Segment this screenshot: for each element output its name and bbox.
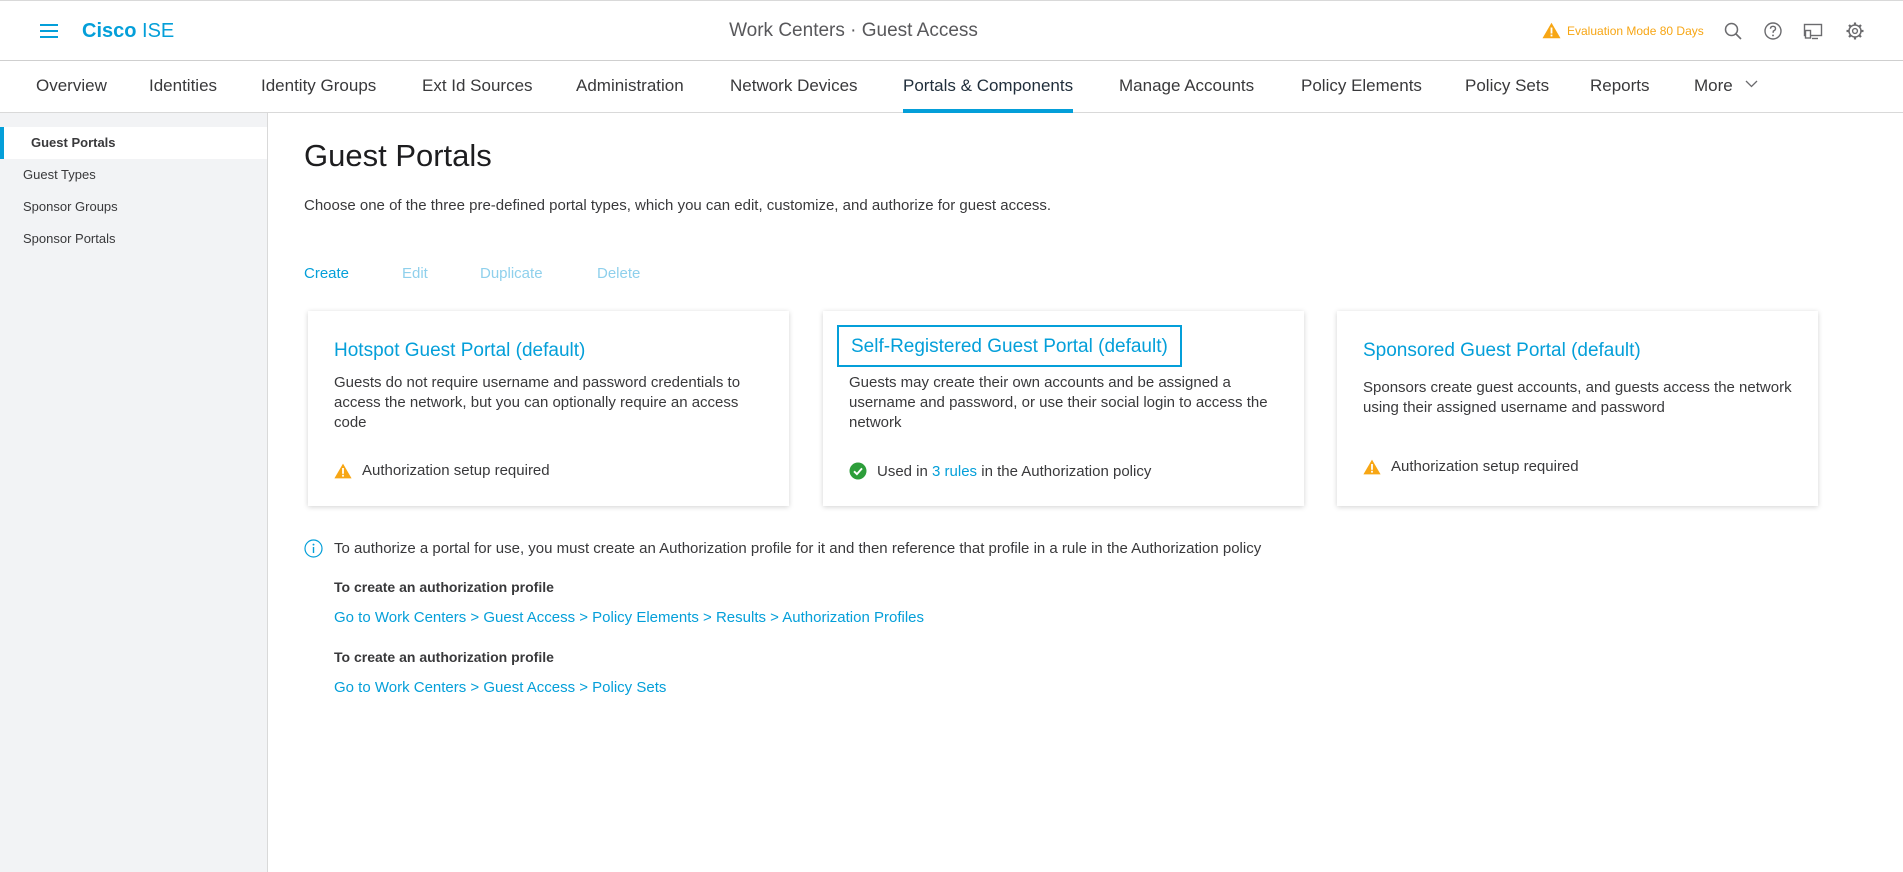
tab-more[interactable]: More — [1694, 76, 1758, 96]
portal-card-title[interactable]: Self-Registered Guest Portal (default) — [837, 325, 1182, 367]
tab-manage-accounts[interactable]: Manage Accounts — [1119, 76, 1254, 96]
tab-identities[interactable]: Identities — [149, 76, 217, 96]
portal-card-description: Guests do not require username and passw… — [334, 374, 741, 431]
sidebar-item-guest-portals[interactable]: Guest Portals — [0, 127, 267, 159]
evaluation-mode-badge[interactable]: Evaluation Mode 80 Days — [1542, 22, 1704, 39]
tab-identity-groups[interactable]: Identity Groups — [261, 76, 376, 96]
page-title: Guest Portals — [304, 138, 492, 173]
left-sidebar: Guest Portals Guest Types Sponsor Groups… — [0, 113, 268, 872]
tab-administration[interactable]: Administration — [576, 76, 684, 96]
page-context-title: Work Centers · Guest Access — [729, 20, 978, 41]
status-suffix: in the Authorization policy — [981, 462, 1152, 480]
warning-icon — [334, 463, 352, 478]
tab-policy-elements[interactable]: Policy Elements — [1301, 76, 1422, 96]
search-icon[interactable] — [1723, 21, 1743, 41]
warning-icon — [1363, 459, 1381, 474]
portal-card-sponsored[interactable]: Sponsored Guest Portal (default) Sponsor… — [1337, 311, 1818, 506]
sidebar-item-guest-types[interactable]: Guest Types — [0, 159, 267, 191]
authorization-info-text: To authorize a portal for use, you must … — [334, 540, 1262, 557]
info-icon — [304, 539, 323, 558]
primary-tabs: Overview Identities Identity Groups Ext … — [0, 61, 1903, 113]
tab-network-devices[interactable]: Network Devices — [730, 76, 858, 96]
create-button[interactable]: Create — [304, 265, 349, 282]
portal-card-status: Authorization setup required — [1363, 458, 1579, 475]
help-heading: To create an authorization profile — [334, 579, 554, 595]
portal-card-status-text: Authorization setup required — [362, 462, 550, 479]
authorization-profiles-link[interactable]: Go to Work Centers > Guest Access > Poli… — [334, 609, 924, 626]
check-circle-icon — [849, 462, 867, 480]
portal-card-status-text: Authorization setup required — [1391, 458, 1579, 475]
tab-overview[interactable]: Overview — [36, 76, 107, 96]
portal-card-status: Authorization setup required — [334, 462, 550, 479]
tab-portals-components[interactable]: Portals & Components — [903, 76, 1074, 113]
authorization-info: To authorize a portal for use, you must … — [304, 539, 1261, 558]
warning-icon — [1542, 22, 1561, 39]
settings-icon[interactable] — [1845, 21, 1865, 41]
policy-sets-link[interactable]: Go to Work Centers > Guest Access > Poli… — [334, 679, 666, 696]
page-description: Choose one of the three pre-defined port… — [304, 197, 1052, 214]
sidebar-item-sponsor-portals[interactable]: Sponsor Portals — [0, 223, 267, 255]
status-prefix: Used in — [877, 462, 928, 480]
top-header: Cisco ISE Work Centers · Guest Access Ev… — [0, 0, 1903, 61]
notifications-icon[interactable] — [1803, 21, 1823, 41]
portal-card-title[interactable]: Hotspot Guest Portal (default) — [334, 340, 585, 362]
rules-link[interactable]: 3 rules — [932, 463, 977, 480]
evaluation-mode-text: Evaluation Mode 80 Days — [1567, 23, 1704, 38]
chevron-down-icon — [1746, 80, 1758, 88]
tab-policy-sets[interactable]: Policy Sets — [1465, 76, 1549, 96]
tab-ext-id-sources[interactable]: Ext Id Sources — [422, 76, 533, 96]
portal-card-status-text: Used in 3 rules in the Authorization pol… — [877, 463, 1151, 480]
portal-card-title[interactable]: Sponsored Guest Portal (default) — [1363, 340, 1641, 362]
portal-card-description: Guests may create their own accounts and… — [849, 374, 1268, 431]
tab-reports[interactable]: Reports — [1590, 76, 1650, 96]
portal-card-hotspot[interactable]: Hotspot Guest Portal (default) Guests do… — [308, 311, 789, 506]
portal-card-status: Used in 3 rules in the Authorization pol… — [849, 462, 1151, 480]
portal-card-self-registered[interactable]: Self-Registered Guest Portal (default) G… — [823, 311, 1304, 506]
duplicate-button[interactable]: Duplicate — [480, 265, 543, 282]
help-heading: To create an authorization profile — [334, 649, 554, 665]
delete-button[interactable]: Delete — [597, 265, 640, 282]
help-icon[interactable] — [1763, 21, 1783, 41]
portal-card-description: Sponsors create guest accounts, and gues… — [1363, 379, 1792, 416]
sidebar-item-sponsor-groups[interactable]: Sponsor Groups — [0, 191, 267, 223]
edit-button[interactable]: Edit — [402, 265, 428, 282]
tab-more-label: More — [1694, 76, 1733, 95]
